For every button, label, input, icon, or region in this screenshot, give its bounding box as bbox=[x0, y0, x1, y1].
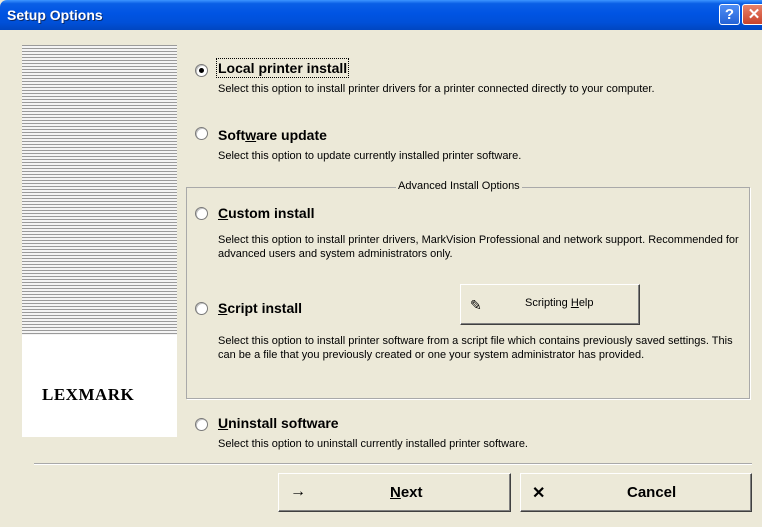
setup-options-window: Setup Options ? ✕ LEXMARK Local printer … bbox=[0, 0, 762, 527]
custom-install-description: Select this option to install printer dr… bbox=[218, 234, 739, 260]
title-bar[interactable]: Setup Options ? ✕ bbox=[0, 0, 762, 30]
help-title-button[interactable]: ? bbox=[719, 4, 740, 25]
software-update-description: Select this option to update currently i… bbox=[218, 150, 522, 162]
question-mark-icon: ? bbox=[724, 6, 735, 23]
uninstall-software-description: Select this option to uninstall currentl… bbox=[218, 438, 528, 450]
software-update-title[interactable]: Software update bbox=[218, 127, 327, 143]
striped-banner bbox=[22, 45, 177, 335]
next-label: Next bbox=[390, 484, 423, 501]
script-scroll-icon: ✎ bbox=[470, 297, 482, 313]
next-button[interactable]: → Next bbox=[278, 473, 511, 512]
scripting-help-button[interactable]: ✎ Scripting Help bbox=[460, 284, 640, 325]
cancel-button[interactable]: ✕ Cancel bbox=[520, 473, 752, 512]
sidebar-banner: LEXMARK bbox=[22, 45, 177, 437]
software-update-radio[interactable] bbox=[195, 127, 208, 140]
close-icon: ✕ bbox=[747, 6, 761, 23]
advanced-install-options-label: Advanced Install Options bbox=[396, 180, 522, 192]
script-install-radio[interactable] bbox=[195, 302, 208, 315]
cancel-label: Cancel bbox=[627, 484, 677, 501]
uninstall-software-radio[interactable] bbox=[195, 418, 208, 431]
local-printer-install-title[interactable]: Local printer install bbox=[215, 58, 350, 78]
script-install-description: Select this option to install printer so… bbox=[218, 335, 733, 361]
lexmark-logo: LEXMARK bbox=[42, 385, 135, 404]
script-install-title[interactable]: Script install bbox=[218, 300, 302, 316]
custom-install-radio[interactable] bbox=[195, 207, 208, 220]
local-printer-install-radio[interactable] bbox=[195, 64, 208, 77]
local-printer-install-description: Select this option to install printer dr… bbox=[218, 83, 655, 95]
window-title: Setup Options bbox=[7, 7, 103, 23]
close-title-button[interactable]: ✕ bbox=[742, 4, 762, 25]
close-icon: ✕ bbox=[532, 485, 546, 502]
footer-separator bbox=[34, 463, 752, 465]
uninstall-software-title[interactable]: Uninstall software bbox=[218, 415, 339, 431]
scripting-help-label: Scripting Help bbox=[525, 297, 594, 309]
arrow-right-icon: → bbox=[290, 483, 306, 500]
custom-install-title[interactable]: Custom install bbox=[218, 205, 314, 221]
